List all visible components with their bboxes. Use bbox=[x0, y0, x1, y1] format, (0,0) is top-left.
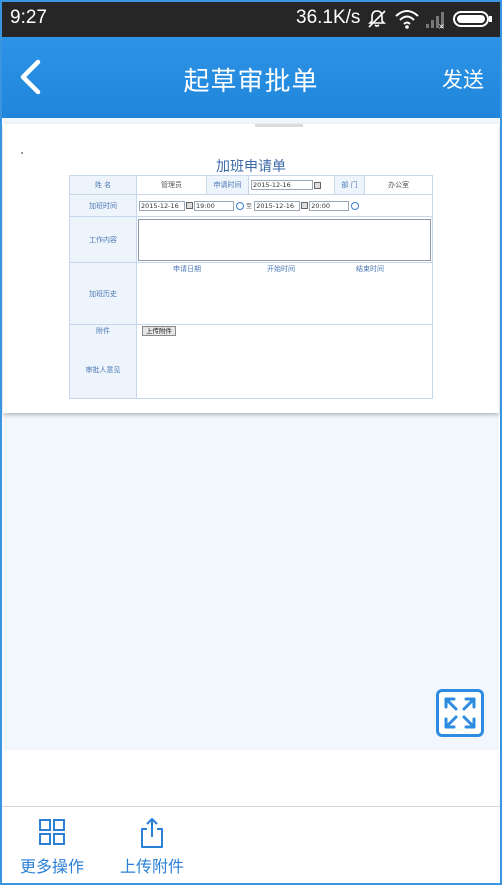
apply-time-label: 申请时间 bbox=[206, 175, 249, 195]
approver-label: 审批人意见 bbox=[85, 366, 121, 374]
form-preview-area[interactable]: 加班申请单 姓 名 管理员 申请时间 2015-12-16 部 门 办公室 加班… bbox=[3, 118, 499, 750]
grid-icon bbox=[39, 819, 65, 845]
name-label: 姓 名 bbox=[69, 175, 137, 195]
mute-icon bbox=[366, 8, 388, 34]
form-title: 加班申请单 bbox=[216, 159, 286, 175]
work-content-label: 工作内容 bbox=[69, 216, 137, 263]
start-time-input[interactable]: 19:00 bbox=[194, 200, 234, 211]
share-upload-icon bbox=[141, 818, 163, 848]
overtime-label: 加班时间 bbox=[69, 194, 137, 217]
start-date-input[interactable]: 2015-12-16 bbox=[139, 200, 185, 211]
more-actions-label: 更多操作 bbox=[19, 857, 84, 876]
calendar-icon[interactable] bbox=[314, 181, 321, 189]
clock-icon[interactable] bbox=[236, 201, 244, 210]
end-date-input[interactable]: 2015-12-16 bbox=[254, 200, 301, 211]
history-cell: 申请日期 开始时间 结束时间 bbox=[136, 262, 433, 325]
network-speed: 36.1K/s bbox=[296, 7, 361, 28]
end-time-input[interactable]: 20:00 bbox=[309, 200, 350, 211]
overtime-form-table: 姓 名 管理员 申请时间 2015-12-16 部 门 办公室 加班时间 201… bbox=[69, 175, 433, 399]
attachment-cell: 上传附件 bbox=[136, 324, 433, 399]
work-content-textarea[interactable] bbox=[138, 218, 431, 261]
apply-date-input[interactable]: 2015-12-16 bbox=[251, 180, 313, 190]
bottom-toolbar: 更多操作 上传附件 bbox=[0, 806, 502, 885]
history-header: 申请日期 开始时间 结束时间 bbox=[139, 264, 430, 274]
calendar-icon[interactable] bbox=[186, 202, 193, 209]
top-divider bbox=[255, 124, 303, 127]
fullscreen-expand-icon[interactable] bbox=[436, 689, 484, 737]
history-col-end: 结束时间 bbox=[356, 265, 384, 273]
overtime-cell: 2015-12-16 19:00 至 2015-12-16 20:00 bbox=[136, 194, 433, 217]
history-col-apply-date: 申请日期 bbox=[173, 265, 201, 273]
form-upload-button[interactable]: 上传附件 bbox=[142, 326, 176, 336]
calendar-icon[interactable] bbox=[301, 202, 309, 209]
apply-time-cell: 2015-12-16 bbox=[248, 175, 335, 195]
wifi-icon bbox=[394, 8, 420, 34]
status-bar: 9:27 36.1K/s × bbox=[0, 0, 502, 37]
battery-icon bbox=[452, 8, 494, 34]
history-label: 加班历史 bbox=[69, 262, 137, 325]
dept-value: 办公室 bbox=[364, 175, 433, 195]
name-value: 管理员 bbox=[136, 175, 207, 195]
clock-icon[interactable] bbox=[351, 201, 360, 210]
page-mark bbox=[21, 152, 23, 154]
send-button[interactable]: 发送 bbox=[442, 64, 484, 94]
signal-icon: × bbox=[424, 8, 448, 34]
attachment-label: 附件 bbox=[96, 327, 110, 335]
page-title: 起草审批单 bbox=[183, 67, 319, 97]
dept-label: 部 门 bbox=[334, 175, 365, 195]
app-header: 起草审批单 发送 bbox=[0, 37, 502, 118]
attachment-approver-labels: 附件 审批人意见 bbox=[69, 324, 137, 399]
svg-text:×: × bbox=[438, 22, 445, 30]
to-label: 至 bbox=[246, 202, 253, 210]
status-time: 9:27 bbox=[10, 7, 47, 28]
upload-attachment-label: 上传附件 bbox=[119, 857, 184, 876]
work-content-cell bbox=[136, 216, 433, 263]
history-col-start: 开始时间 bbox=[267, 265, 295, 273]
form-document: 加班申请单 姓 名 管理员 申请时间 2015-12-16 部 门 办公室 加班… bbox=[3, 124, 499, 413]
